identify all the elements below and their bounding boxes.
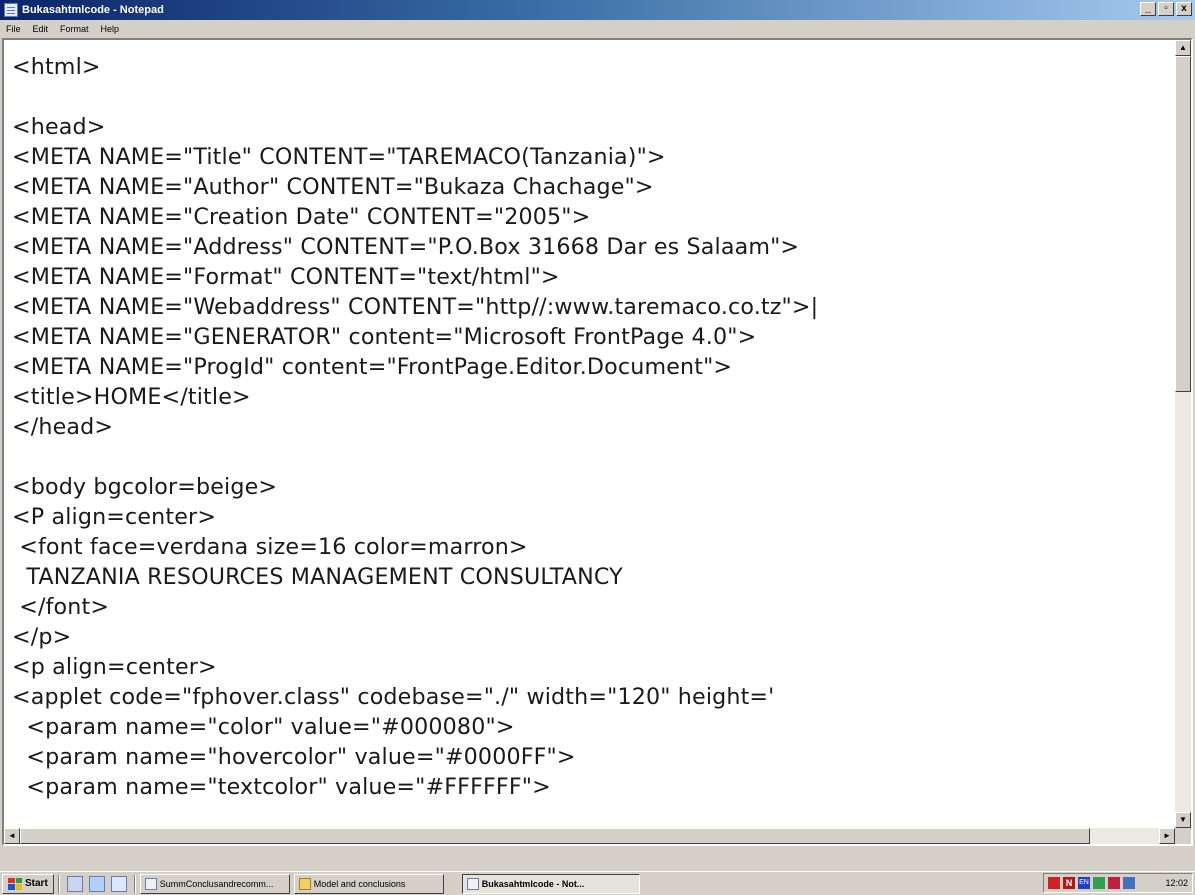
windows-logo-icon (8, 877, 22, 890)
code-line[interactable]: TANZANIA RESOURCES MANAGEMENT CONSULTANC… (12, 562, 1172, 592)
code-line[interactable]: <META NAME="GENERATOR" content="Microsof… (12, 322, 1172, 352)
taskbar: Start SummConclusandrecomm... Model and … (0, 871, 1195, 895)
code-line[interactable]: <p align=center> (12, 652, 1172, 682)
code-line[interactable]: <META NAME="Author" CONTENT="Bukaza Chac… (12, 172, 1172, 202)
menu-bar: File Edit Format Help (0, 20, 1195, 38)
code-line[interactable]: <param name="hovercolor" value="#0000FF"… (12, 742, 1172, 772)
code-line[interactable]: <META NAME="Webaddress" CONTENT="http//:… (12, 292, 1172, 322)
code-line[interactable]: <applet code="fphover.class" codebase=".… (12, 682, 1172, 712)
document-icon (144, 877, 157, 890)
code-line[interactable] (12, 442, 1172, 472)
notepad-window: Bukasahtmlcode - Notepad _ ▫ x File Edit… (0, 0, 1195, 871)
menu-format[interactable]: Format (54, 24, 95, 34)
code-line[interactable]: <META NAME="Creation Date" CONTENT="2005… (12, 202, 1172, 232)
code-line[interactable]: </font> (12, 592, 1172, 622)
window-controls: _ ▫ x (1138, 2, 1192, 16)
code-line[interactable]: <META NAME="ProgId" content="FrontPage.E… (12, 352, 1172, 382)
code-line[interactable]: </p> (12, 622, 1172, 652)
scroll-down-arrow-icon[interactable]: ▼ (1175, 812, 1191, 828)
notepad-icon (466, 877, 479, 890)
code-line[interactable]: <html> (12, 52, 1172, 82)
scroll-up-arrow-icon[interactable]: ▲ (1175, 40, 1191, 56)
code-line[interactable]: <font face=verdana size=16 color=marron> (12, 532, 1172, 562)
taskbar-divider (133, 874, 136, 893)
show-desktop-icon[interactable] (66, 875, 83, 892)
horizontal-scrollbar[interactable]: ◄ ► (4, 828, 1175, 844)
task-label: Bukasahtmlcode - Not... (481, 878, 585, 889)
window-title: Bukasahtmlcode - Notepad (22, 4, 164, 16)
size-grip[interactable] (1175, 828, 1191, 844)
code-line[interactable]: <META NAME="Format" CONTENT="text/html"> (12, 262, 1172, 292)
task-label: SummConclusandrecomm... (159, 878, 274, 889)
scroll-left-arrow-icon[interactable]: ◄ (4, 828, 20, 844)
code-line[interactable] (12, 82, 1172, 112)
code-line[interactable]: <param name="color" value="#000080"> (12, 712, 1172, 742)
internet-explorer-icon[interactable] (88, 875, 105, 892)
code-line[interactable]: <META NAME="Address" CONTENT="P.O.Box 31… (12, 232, 1172, 262)
system-tray: N EN 12:02 (1043, 873, 1193, 893)
network-icon[interactable] (1093, 877, 1105, 889)
code-line[interactable]: <title>HOME</title> (12, 382, 1172, 412)
minimize-button[interactable]: _ (1140, 2, 1156, 16)
code-line[interactable]: <param name="textcolor" value="#FFFFFF"> (12, 772, 1172, 802)
vertical-scroll-thumb[interactable] (1175, 56, 1191, 392)
code-line[interactable]: <META NAME="Title" CONTENT="TAREMACO(Tan… (12, 142, 1172, 172)
text-editor[interactable]: <html> <head> <META NAME="Title" CONTENT="… (2, 38, 1193, 846)
menu-file[interactable]: File (0, 24, 27, 34)
outlook-express-icon[interactable] (110, 875, 127, 892)
antivirus-icon[interactable] (1108, 877, 1120, 889)
vertical-scrollbar[interactable]: ▲ ▼ (1175, 40, 1191, 828)
task-label: Model and conclusions (313, 878, 406, 889)
folder-icon (298, 877, 311, 890)
menu-edit[interactable]: Edit (27, 24, 55, 34)
language-icon[interactable]: EN (1078, 877, 1090, 889)
scroll-right-arrow-icon[interactable]: ► (1159, 828, 1175, 844)
menu-help[interactable]: Help (95, 24, 126, 34)
task-button-summconclusions[interactable]: SummConclusandrecomm... (139, 873, 290, 894)
volume-icon[interactable] (1123, 877, 1135, 889)
code-line[interactable]: <body bgcolor=beige> (12, 472, 1172, 502)
close-button[interactable]: x (1176, 2, 1192, 16)
code-line[interactable]: <P align=center> (12, 502, 1172, 532)
maximize-button[interactable]: ▫ (1158, 2, 1174, 16)
start-button[interactable]: Start (2, 873, 54, 894)
code-line[interactable]: <head> (12, 112, 1172, 142)
pin-icon[interactable] (1048, 877, 1060, 889)
title-bar[interactable]: Bukasahtmlcode - Notepad _ ▫ x (0, 0, 1195, 20)
code-line[interactable]: </head> (12, 412, 1172, 442)
norton-icon[interactable]: N (1063, 877, 1075, 889)
start-label: Start (25, 878, 48, 889)
horizontal-scroll-thumb[interactable] (20, 828, 1090, 844)
notepad-icon (4, 3, 18, 17)
taskbar-divider (57, 874, 60, 893)
task-button-notepad[interactable]: Bukasahtmlcode - Not... (461, 873, 640, 894)
task-button-model-and-conclusions[interactable]: Model and conclusions (293, 873, 444, 894)
code-text-area[interactable]: <html> <head> <META NAME="Title" CONTENT="… (12, 52, 1172, 828)
clock[interactable]: 12:02 (1165, 878, 1188, 888)
